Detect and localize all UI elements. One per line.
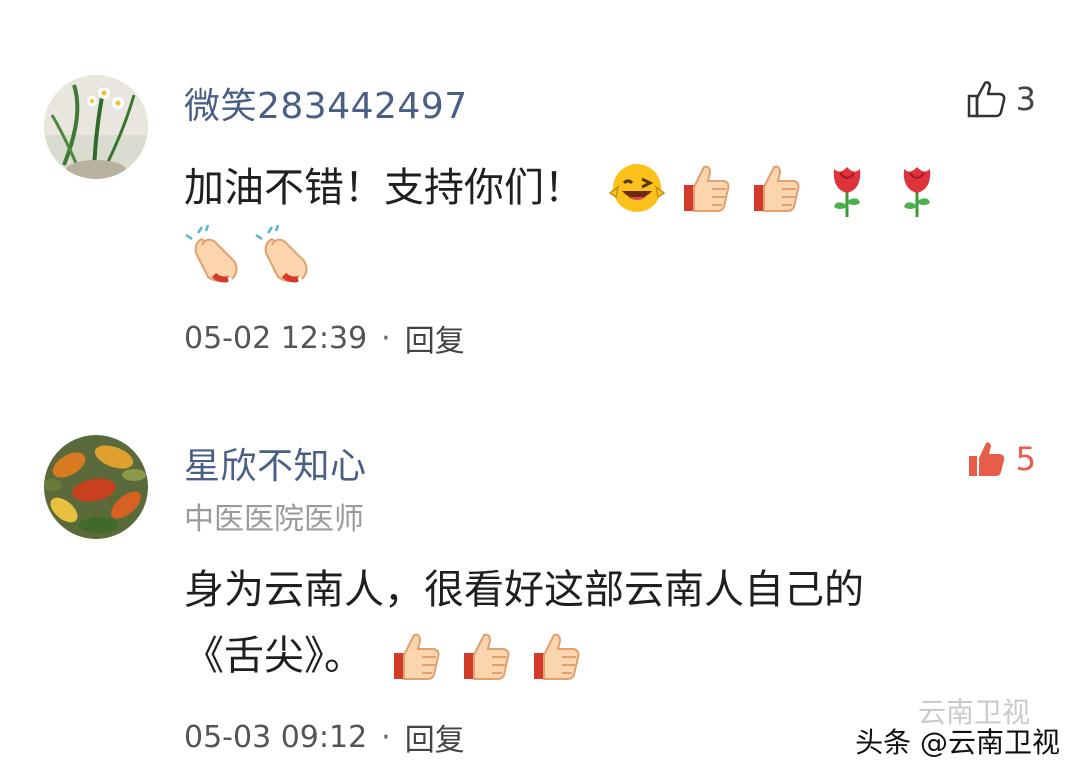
comment-text: 《舌尖》。: [184, 633, 364, 679]
thumbs-up-filled-icon: [966, 438, 1008, 480]
comment-line: 加油不错！支持你们！: [184, 155, 1044, 221]
clap-emoji: [254, 223, 316, 285]
comment-body: 加油不错！支持你们！: [184, 155, 1044, 287]
timestamp: 05-03 09:12: [184, 719, 368, 755]
timestamp: 05-02 12:39: [184, 320, 368, 356]
thumbs-up-emoji: [676, 157, 738, 219]
comment-line: [184, 221, 1044, 287]
reply-button[interactable]: 回复: [405, 715, 465, 759]
comment-line: 《舌尖》。: [184, 623, 1044, 689]
thumbs-up-outline-icon: [966, 78, 1008, 120]
comment-line: 身为云南人，很看好这部云南人自己的: [184, 557, 1044, 623]
thumbs-up-emoji: [746, 157, 808, 219]
separator: ·: [381, 719, 391, 755]
username[interactable]: 星欣不知心: [184, 437, 367, 489]
comment-text: 加油不错！支持你们！: [184, 165, 584, 211]
thumbs-up-emoji: [456, 625, 518, 687]
comment-item-1: 微笑283442497 3 加油不错！支持你们！ 05-02 12:39 · 回…: [0, 0, 1080, 380]
comment-body: 身为云南人，很看好这部云南人自己的 《舌尖》。: [184, 557, 1044, 689]
user-title: 中医医院医师: [184, 502, 364, 537]
like-button[interactable]: 5: [966, 438, 1036, 480]
comment-meta: 05-03 09:12 · 回复: [184, 715, 465, 759]
rose-emoji: [886, 157, 948, 219]
username[interactable]: 微笑283442497: [184, 77, 468, 129]
comment-meta: 05-02 12:39 · 回复: [184, 316, 465, 360]
avatar[interactable]: [44, 435, 148, 539]
watermark: 云南卫视 头条 @云南卫视: [855, 696, 1060, 761]
reply-button[interactable]: 回复: [405, 316, 465, 360]
separator: ·: [381, 320, 391, 356]
clap-emoji: [184, 223, 246, 285]
watermark-faint-text: 云南卫视: [917, 696, 1030, 729]
like-count: 3: [1015, 80, 1036, 118]
like-button[interactable]: 3: [966, 78, 1036, 120]
comment-text: 身为云南人，很看好这部云南人自己的: [184, 567, 864, 613]
like-count: 5: [1015, 440, 1036, 478]
thumbs-up-emoji: [526, 625, 588, 687]
rose-emoji: [816, 157, 878, 219]
avatar[interactable]: [44, 75, 148, 179]
thumbs-up-emoji: [386, 625, 448, 687]
grin-wink-emoji: [606, 157, 668, 219]
